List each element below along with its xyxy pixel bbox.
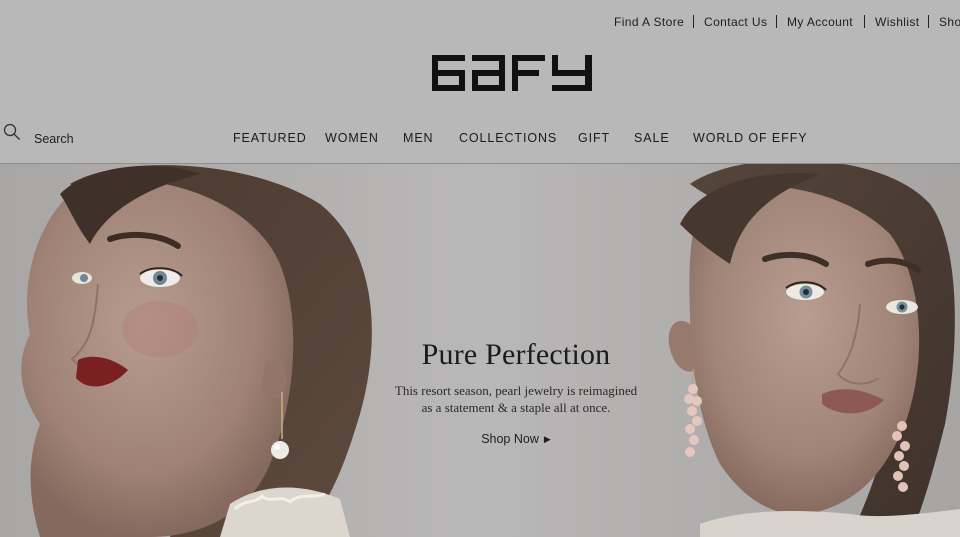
hero-body: This resort season, pearl jewelry is rei… xyxy=(356,382,676,416)
nav-item-gift[interactable]: GIFT xyxy=(578,131,610,145)
contact-us-link[interactable]: Contact Us xyxy=(704,15,767,29)
main-nav: FEATURED WOMEN MEN COLLECTIONS GIFT SALE… xyxy=(0,131,960,147)
utility-nav: Find A Store Contact Us My Account Wishl… xyxy=(0,15,960,31)
effy-homepage: Find A Store Contact Us My Account Wishl… xyxy=(0,0,960,537)
utility-separator xyxy=(693,15,694,28)
my-account-link[interactable]: My Account xyxy=(787,15,853,29)
hero-title: Pure Perfection xyxy=(421,338,611,371)
hero-copy: Pure Perfection This resort season, pear… xyxy=(356,338,676,448)
utility-separator xyxy=(776,15,777,28)
shop-now-label: Shop Now xyxy=(481,432,539,446)
wishlist-link[interactable]: Wishlist xyxy=(875,15,920,29)
nav-item-collections[interactable]: COLLECTIONS xyxy=(459,131,557,145)
shop-now-button[interactable]: Shop Now ▶ xyxy=(481,432,551,446)
find-a-store-link[interactable]: Find A Store xyxy=(614,15,684,29)
shopping-bag-link[interactable]: Sho xyxy=(939,15,960,29)
play-arrow-icon: ▶ xyxy=(543,434,551,444)
nav-item-featured[interactable]: FEATURED xyxy=(233,131,307,145)
utility-separator xyxy=(864,15,865,28)
nav-item-world-of-effy[interactable]: WORLD OF EFFY xyxy=(693,131,807,145)
hero-body-line: as a statement & a staple all at once. xyxy=(421,400,611,415)
effy-logo[interactable] xyxy=(432,55,592,91)
effy-logo-mark xyxy=(432,55,592,91)
nav-item-men[interactable]: MEN xyxy=(403,131,433,145)
hero-body-line: This resort season, pearl jewelry is rei… xyxy=(394,383,638,398)
nav-item-sale[interactable]: SALE xyxy=(634,131,670,145)
nav-item-women[interactable]: WOMEN xyxy=(325,131,379,145)
hero-banner[interactable]: Pure Perfection This resort season, pear… xyxy=(0,164,960,537)
utility-separator xyxy=(928,15,929,28)
